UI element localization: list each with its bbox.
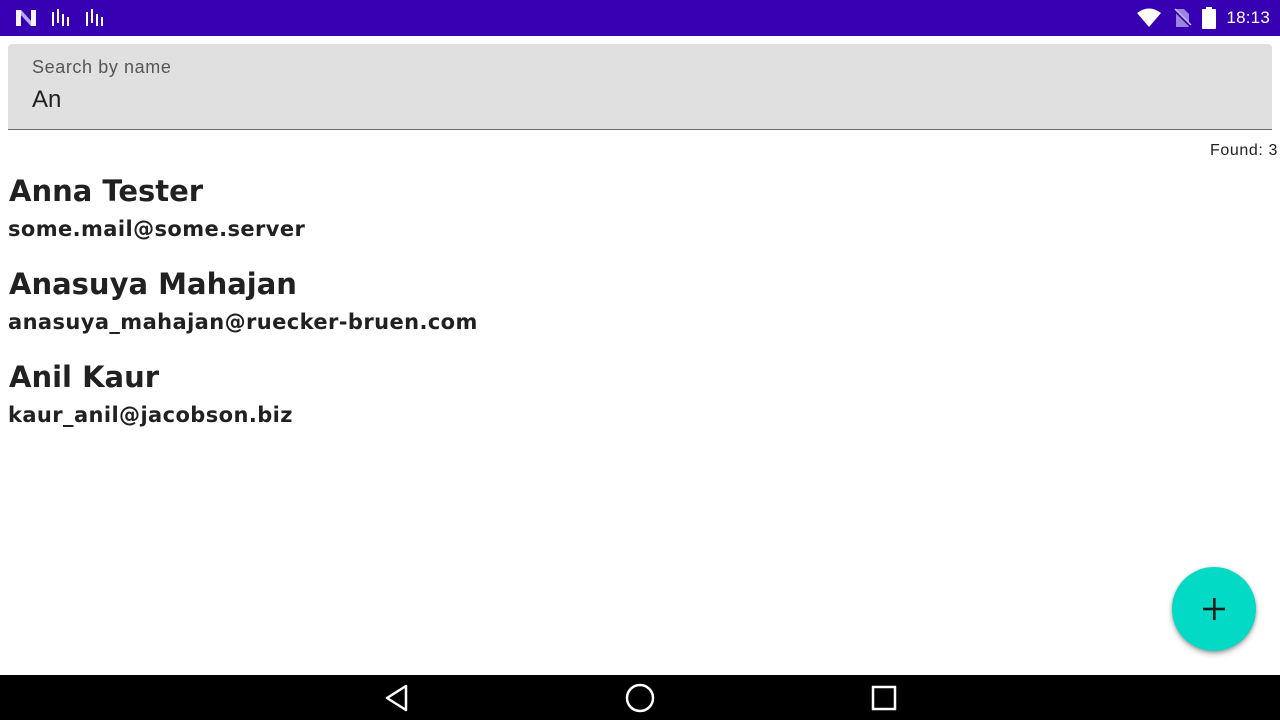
status-bar: 18:13 (0, 0, 1280, 36)
home-icon (625, 683, 655, 713)
status-left-icons (14, 6, 106, 30)
status-right-icons: 18:13 (1136, 6, 1270, 30)
signal-pulse-icon (50, 8, 72, 28)
search-field[interactable]: Search by name (8, 44, 1272, 130)
home-button[interactable] (625, 683, 655, 713)
contact-email: kaur_anil@jacobson.biz (8, 403, 293, 427)
contact-name: Anil Kaur (9, 360, 160, 394)
battery-icon (1202, 7, 1217, 29)
contact-name: Anna Tester (9, 174, 204, 208)
no-sim-icon (1172, 8, 1192, 28)
contact-name: Anasuya Mahajan (9, 267, 297, 301)
navigation-bar (0, 675, 1280, 720)
contact-email: some.mail@some.server (8, 217, 306, 241)
back-icon (383, 683, 411, 713)
recents-icon (870, 684, 898, 712)
contact-list-item[interactable]: Anasuya Mahajan anasuya_mahajan@ruecker-… (8, 265, 1208, 358)
signal-pulse-icon (84, 8, 106, 28)
recents-button[interactable] (869, 683, 899, 713)
app-logo-icon (14, 8, 38, 28)
contact-list: Anna Tester some.mail@some.server Anasuy… (8, 172, 1208, 451)
contact-list-item[interactable]: Anna Tester some.mail@some.server (8, 172, 1208, 265)
search-input[interactable] (32, 84, 1232, 116)
search-label: Search by name (32, 57, 172, 77)
add-contact-button[interactable] (1172, 567, 1256, 651)
found-count: Found: 3 (1210, 142, 1278, 159)
wifi-icon (1136, 8, 1162, 28)
status-clock: 18:13 (1226, 8, 1270, 27)
back-button[interactable] (382, 683, 412, 713)
contact-list-item[interactable]: Anil Kaur kaur_anil@jacobson.biz (8, 358, 1208, 451)
plus-icon (1202, 597, 1226, 621)
contact-email: anasuya_mahajan@ruecker-bruen.com (8, 310, 478, 334)
